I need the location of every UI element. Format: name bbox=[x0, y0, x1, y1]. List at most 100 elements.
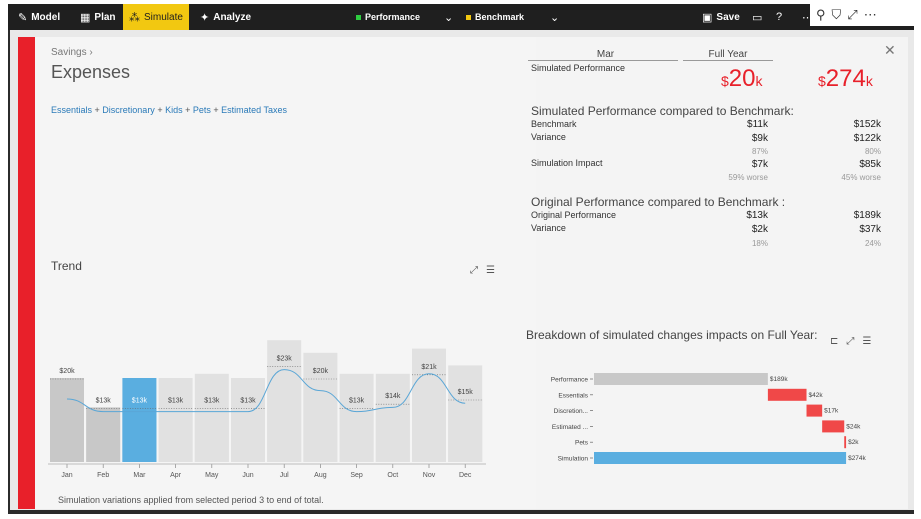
breakdown-data-label: $2k bbox=[848, 439, 859, 446]
sim-impact-note-fy: 45% worse bbox=[841, 173, 881, 182]
trend-x-label: Nov bbox=[423, 472, 436, 479]
comment-button[interactable]: ▭ bbox=[752, 4, 762, 30]
orig-perf-mar: $13k bbox=[746, 210, 768, 221]
simulation-panel: Savings › Expenses Essentials + Discreti… bbox=[18, 37, 908, 509]
trend-x-label: Jul bbox=[280, 472, 289, 479]
trend-x-label: Mar bbox=[133, 472, 146, 479]
save-icon: ▣ bbox=[702, 11, 713, 24]
breadcrumb[interactable]: Savings › bbox=[51, 47, 93, 58]
breakdown-bar[interactable] bbox=[594, 452, 847, 464]
trend-data-label: $13k bbox=[96, 397, 112, 404]
chevron-down-icon[interactable]: ⌄ bbox=[444, 11, 453, 24]
orig-var-pct-mar: 18% bbox=[751, 239, 768, 248]
focus-mode-icon[interactable]: ⤢ bbox=[847, 7, 857, 23]
orig-perf-label: Original Performance bbox=[531, 210, 617, 220]
model-tab[interactable]: ✎ Model bbox=[18, 4, 60, 30]
table-icon: ▦ bbox=[80, 11, 91, 24]
variance-label: Variance bbox=[531, 132, 566, 142]
trend-x-label: Oct bbox=[387, 472, 398, 479]
menu-icon[interactable]: ☰ bbox=[862, 336, 871, 347]
breakdown-data-label: $189k bbox=[770, 376, 788, 383]
link-pets[interactable]: Pets bbox=[193, 105, 211, 115]
benchmark-mar: $11k bbox=[747, 119, 768, 130]
trend-bar[interactable] bbox=[50, 378, 84, 462]
trend-data-label: $13k bbox=[204, 397, 220, 404]
trend-x-label: Jan bbox=[61, 472, 72, 479]
trend-bar[interactable] bbox=[375, 403, 410, 462]
trend-data-label: $21k bbox=[421, 364, 437, 371]
link-kids[interactable]: Kids bbox=[165, 105, 183, 115]
trend-bar[interactable] bbox=[158, 407, 193, 462]
performance-selector[interactable]: Performance ⌄ bbox=[356, 4, 453, 30]
simulate-tab-label: Simulate bbox=[144, 11, 183, 23]
trend-data-label: $20k bbox=[313, 368, 329, 375]
chevron-down-icon[interactable]: ⌄ bbox=[550, 11, 559, 24]
focus-mode-icon[interactable]: ⤢ bbox=[470, 265, 478, 276]
sim-impact-note-mar: 59% worse bbox=[728, 173, 768, 182]
visual-header-icons: ⚲ ⛉ ⤢ ⋯ bbox=[810, 4, 920, 26]
pin-icon[interactable]: ⚲ bbox=[816, 7, 826, 23]
more-options-icon[interactable]: ⋯ bbox=[864, 7, 877, 23]
save-label: Save bbox=[716, 11, 740, 23]
trend-data-label: $13k bbox=[349, 397, 365, 404]
orig-var-fy: $37k bbox=[859, 224, 881, 235]
analyze-tab[interactable]: ✦ Analyze bbox=[200, 4, 251, 30]
focus-mode-icon[interactable]: ⤢ bbox=[846, 336, 854, 347]
trend-x-label: Dec bbox=[459, 472, 472, 479]
breakdown-visual-icons: ⊏ ⤢ ☰ bbox=[830, 336, 871, 347]
trend-bar[interactable] bbox=[231, 407, 265, 462]
trend-bar[interactable] bbox=[194, 407, 229, 462]
orig-var-pct-fy: 24% bbox=[864, 239, 881, 248]
category-links: Essentials + Discretionary + Kids + Pets… bbox=[51, 105, 288, 115]
trend-data-label: $13k bbox=[132, 397, 148, 404]
simulate-tab[interactable]: ⁂ Simulate bbox=[123, 4, 189, 30]
link-essentials[interactable]: Essentials bbox=[51, 105, 92, 115]
breakdown-data-label: $17k bbox=[824, 408, 839, 415]
benchmark-label: Benchmark bbox=[531, 119, 577, 129]
variance-mar: $9k bbox=[751, 133, 768, 144]
breakdown-category-label: Simulation bbox=[558, 456, 589, 463]
benchmark-selector[interactable]: Benchmark ⌄ bbox=[466, 4, 559, 30]
plan-tab[interactable]: ▦ Plan bbox=[80, 4, 116, 30]
accent-bar bbox=[18, 37, 35, 509]
benchmark-dot-icon bbox=[466, 14, 471, 20]
trend-bar[interactable] bbox=[412, 373, 446, 462]
trend-bar[interactable] bbox=[86, 407, 121, 462]
sim-impact-fy: $85k bbox=[859, 159, 881, 170]
col-header-mar: Mar bbox=[596, 49, 615, 60]
breakdown-title: Breakdown of simulated changes impacts o… bbox=[526, 328, 818, 342]
breakdown-bar[interactable] bbox=[822, 420, 845, 433]
breakdown-bar[interactable] bbox=[806, 404, 823, 417]
breakdown-data-label: $24k bbox=[846, 423, 861, 430]
menu-icon[interactable]: ☰ bbox=[486, 265, 495, 276]
orig-perf-fy: $189k bbox=[853, 210, 881, 221]
orig-bench-title: Original Performance compared to Benchma… bbox=[531, 195, 786, 209]
sim-impact-mar: $7k bbox=[751, 159, 768, 170]
trend-data-label: $13k bbox=[240, 397, 256, 404]
footnote: Simulation variations applied from selec… bbox=[58, 495, 324, 505]
help-button[interactable]: ? bbox=[776, 4, 782, 30]
breakdown-category-label: Pets bbox=[575, 440, 589, 447]
breakdown-category-label: Performance bbox=[551, 377, 589, 384]
filter-icon[interactable]: ⊏ bbox=[830, 336, 838, 347]
breakdown-bar[interactable] bbox=[767, 388, 807, 401]
sim-perf-mar: $20k bbox=[721, 65, 763, 92]
sim-perf-label: Simulated Performance bbox=[531, 63, 626, 73]
trend-bar[interactable] bbox=[267, 365, 302, 462]
trend-data-label: $13k bbox=[168, 397, 184, 404]
breakdown-bar[interactable] bbox=[844, 436, 847, 449]
trend-bar[interactable] bbox=[339, 407, 374, 462]
comment-icon: ▭ bbox=[752, 11, 763, 24]
filter-icon[interactable]: ⛉ bbox=[832, 7, 842, 23]
link-estimated-taxes[interactable]: Estimated Taxes bbox=[221, 105, 287, 115]
breakdown-bar[interactable] bbox=[594, 373, 768, 385]
save-button[interactable]: ▣ Save bbox=[702, 4, 740, 30]
trend-bar[interactable] bbox=[122, 407, 157, 462]
breakdown-chart: Performance $189k Essentials $42k Discretion… bbox=[551, 373, 867, 464]
wrench-icon: ✎ bbox=[18, 11, 28, 24]
trend-bar[interactable] bbox=[448, 399, 483, 462]
link-discretionary[interactable]: Discretionary bbox=[102, 105, 155, 115]
benchmark-selector-label: Benchmark bbox=[475, 12, 525, 22]
variance-pct-mar: 87% bbox=[751, 147, 768, 156]
close-icon[interactable]: ✕ bbox=[884, 42, 896, 59]
